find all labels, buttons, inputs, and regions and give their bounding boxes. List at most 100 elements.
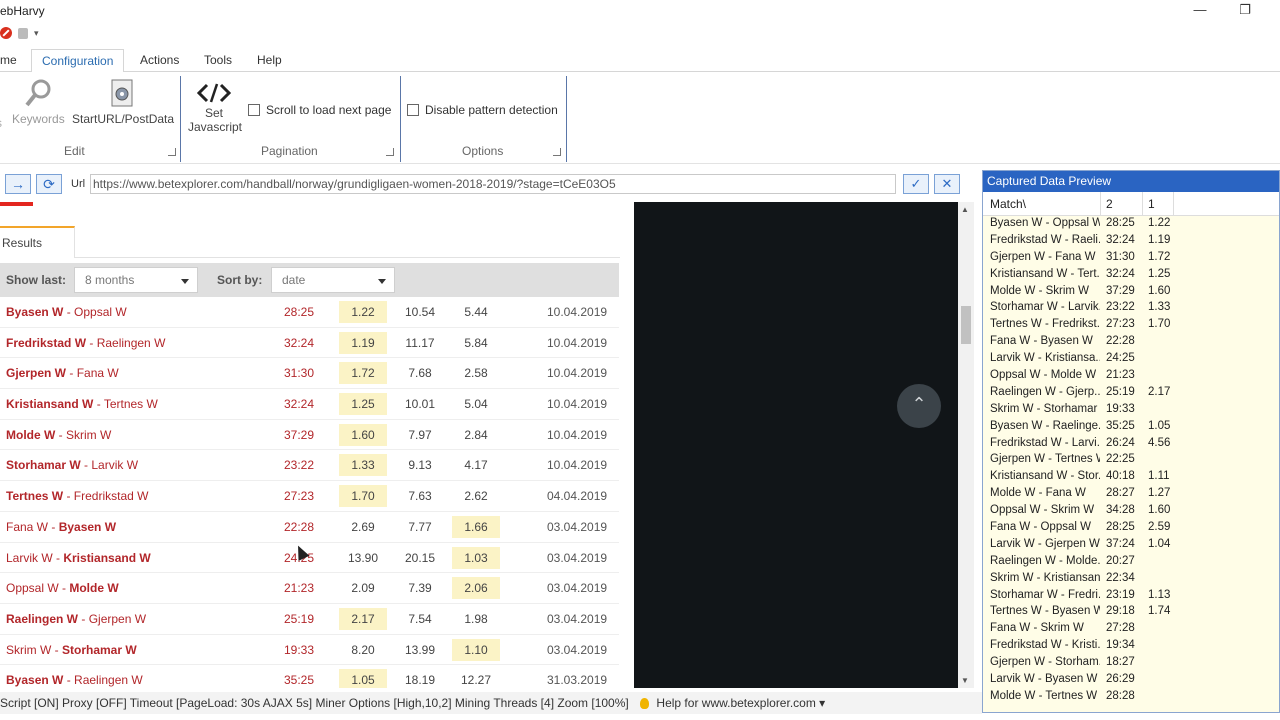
odds-draw[interactable]: 7.54 bbox=[396, 608, 444, 630]
odds-draw[interactable]: 20.15 bbox=[396, 547, 444, 569]
match-row[interactable]: Storhamar W - Larvik W 23:22 1.33 9.13 4.17 1… bbox=[0, 450, 619, 482]
odds-home[interactable]: 2.69 bbox=[339, 516, 387, 538]
disable-pattern-checkbox[interactable]: Disable pattern detection bbox=[407, 103, 558, 117]
preview-row[interactable]: Gjerpen W - Tertnes W 22:25 bbox=[983, 452, 1279, 469]
restore-button[interactable]: ❐ bbox=[1235, 2, 1255, 20]
match-teams[interactable]: Gjerpen W - Fana W bbox=[6, 366, 119, 380]
match-teams[interactable]: Skrim W - Storhamar W bbox=[6, 643, 137, 657]
odds-home[interactable]: 1.05 bbox=[339, 669, 387, 688]
odds-draw[interactable]: 18.19 bbox=[396, 669, 444, 688]
preview-row[interactable]: Skrim W - Kristiansan... 22:34 bbox=[983, 571, 1279, 588]
odds-draw[interactable]: 9.13 bbox=[396, 454, 444, 476]
match-teams[interactable]: Kristiansand W - Tertnes W bbox=[6, 397, 158, 411]
odds-home[interactable]: 1.19 bbox=[339, 331, 387, 354]
preview-row[interactable]: Gjerpen W - Fana W 31:30 1.72 bbox=[983, 250, 1279, 267]
match-teams[interactable]: Fredrikstad W - Raelingen W bbox=[6, 336, 165, 350]
scrollbar-thumb[interactable] bbox=[961, 306, 971, 344]
tab-configuration[interactable]: Configuration bbox=[31, 49, 125, 73]
preview-row[interactable]: Storhamar W - Larvik... 23:22 1.33 bbox=[983, 300, 1279, 317]
preview-row[interactable]: Molde W - Skrim W 37:29 1.60 bbox=[983, 284, 1279, 301]
odds-home[interactable]: 1.72 bbox=[339, 362, 387, 385]
match-score[interactable]: 28:25 bbox=[284, 305, 314, 319]
start-url-button[interactable]: StartURL/PostData bbox=[72, 78, 174, 126]
match-teams[interactable]: Fana W - Byasen W bbox=[6, 520, 116, 534]
preview-row[interactable]: Fana W - Byasen W 22:28 bbox=[983, 334, 1279, 351]
preview-row[interactable]: Molde W - Tertnes W 28:28 bbox=[983, 689, 1279, 706]
odds-home[interactable]: 13.90 bbox=[339, 547, 387, 569]
preview-row[interactable]: Tertnes W - Fredrikst... 27:23 1.70 bbox=[983, 317, 1279, 334]
match-row[interactable]: Skrim W - Storhamar W 19:33 8.20 13.99 1.10 0… bbox=[0, 635, 619, 666]
preview-row[interactable]: Storhamar W - Fredri... 23:19 1.13 bbox=[983, 588, 1279, 605]
odds-away[interactable]: 5.44 bbox=[452, 301, 500, 323]
preview-header-match[interactable]: Match\ bbox=[990, 197, 1026, 211]
results-tab[interactable]: Results bbox=[0, 226, 75, 258]
match-score[interactable]: 23:22 bbox=[284, 458, 314, 472]
match-teams[interactable]: Tertnes W - Fredrikstad W bbox=[6, 489, 148, 503]
odds-away[interactable]: 5.04 bbox=[452, 393, 500, 415]
odds-draw[interactable]: 10.54 bbox=[396, 301, 444, 323]
tab-tools[interactable]: Tools bbox=[194, 49, 242, 72]
preview-row[interactable]: Gjerpen W - Storham... 18:27 bbox=[983, 655, 1279, 672]
odds-home[interactable]: 8.20 bbox=[339, 639, 387, 661]
preview-row[interactable]: Raelingen W - Gjerp... 25:19 2.17 bbox=[983, 385, 1279, 402]
preview-row[interactable]: Tertnes W - Byasen W 29:18 1.74 bbox=[983, 604, 1279, 621]
odds-home[interactable]: 1.70 bbox=[339, 485, 387, 508]
odds-away[interactable]: 5.84 bbox=[452, 332, 500, 354]
close-url-button[interactable]: ✕ bbox=[934, 174, 960, 194]
match-row[interactable]: Gjerpen W - Fana W 31:30 1.72 7.68 2.58 10.04… bbox=[0, 358, 619, 390]
preview-row[interactable]: Larvik W - Byasen W 26:29 bbox=[983, 672, 1279, 689]
odds-home[interactable]: 1.22 bbox=[339, 301, 387, 323]
match-teams[interactable]: Raelingen W - Gjerpen W bbox=[6, 612, 146, 626]
preview-row[interactable]: Byasen W - Oppsal W 28:25 1.22 bbox=[983, 216, 1279, 233]
match-score[interactable]: 22:28 bbox=[284, 520, 314, 534]
odds-draw[interactable]: 11.17 bbox=[396, 332, 444, 354]
url-input[interactable]: https://www.betexplorer.com/handball/nor… bbox=[90, 174, 896, 194]
match-row[interactable]: Raelingen W - Gjerpen W 25:19 2.17 7.54 1.98… bbox=[0, 604, 619, 635]
odds-away[interactable]: 2.62 bbox=[452, 485, 500, 507]
odds-draw[interactable]: 7.77 bbox=[396, 516, 444, 538]
match-score[interactable]: 21:23 bbox=[284, 581, 314, 595]
match-score[interactable]: 27:23 bbox=[284, 489, 314, 503]
edit-group-launcher-icon[interactable] bbox=[168, 148, 176, 156]
match-teams[interactable]: Byasen W - Raelingen W bbox=[6, 673, 143, 687]
stop-icon[interactable] bbox=[0, 27, 12, 39]
preview-row[interactable]: Fana W - Skrim W 27:28 bbox=[983, 621, 1279, 638]
preview-row[interactable]: Kristiansand W - Stor... 40:18 1.11 bbox=[983, 469, 1279, 486]
match-row[interactable]: Fana W - Byasen W 22:28 2.69 7.77 1.66 03.04.… bbox=[0, 512, 619, 543]
odds-home[interactable]: 2.17 bbox=[339, 607, 387, 630]
match-score[interactable]: 32:24 bbox=[284, 397, 314, 411]
match-score[interactable]: 31:30 bbox=[284, 366, 314, 380]
odds-draw[interactable]: 13.99 bbox=[396, 639, 444, 661]
preview-row[interactable]: Raelingen W - Molde... 20:27 bbox=[983, 554, 1279, 571]
odds-away[interactable]: 1.10 bbox=[452, 638, 500, 661]
tab-actions[interactable]: Actions bbox=[130, 49, 189, 72]
browser-scrollbar[interactable]: ▲ ▼ bbox=[958, 202, 974, 688]
match-score[interactable]: 25:19 bbox=[284, 612, 314, 626]
preview-row[interactable]: Fana W - Oppsal W 28:25 2.59 bbox=[983, 520, 1279, 537]
preview-row[interactable]: Molde W - Fana W 28:27 1.27 bbox=[983, 486, 1279, 503]
scroll-down-icon[interactable]: ▼ bbox=[961, 676, 969, 685]
help-link[interactable]: Help for www.betexplorer.com ▾ bbox=[656, 696, 825, 710]
customize-toolbar-icon[interactable]: ▾ bbox=[34, 28, 39, 39]
match-row[interactable]: Oppsal W - Molde W 21:23 2.09 7.39 2.06 03.04… bbox=[0, 573, 619, 604]
match-teams[interactable]: Molde W - Skrim W bbox=[6, 428, 111, 442]
odds-draw[interactable]: 7.63 bbox=[396, 485, 444, 507]
preview-row[interactable]: Oppsal W - Skrim W 34:28 1.60 bbox=[983, 503, 1279, 520]
scroll-to-load-checkbox[interactable]: Scroll to load next page bbox=[248, 103, 391, 117]
match-row[interactable]: Fredrikstad W - Raelingen W 32:24 1.19 11.1… bbox=[0, 328, 619, 359]
minimize-button[interactable]: — bbox=[1190, 2, 1210, 20]
lock-icon[interactable] bbox=[18, 27, 28, 39]
odds-away[interactable]: 2.58 bbox=[452, 362, 500, 384]
preview-row[interactable]: Larvik W - Kristiansa... 24:25 bbox=[983, 351, 1279, 368]
forward-button[interactable]: → bbox=[5, 174, 31, 194]
match-teams[interactable]: Larvik W - Kristiansand W bbox=[6, 551, 151, 565]
odds-home[interactable]: 2.09 bbox=[339, 577, 387, 599]
odds-away[interactable]: 2.06 bbox=[452, 577, 500, 600]
load-url-button[interactable]: ✓ bbox=[903, 174, 929, 194]
match-row[interactable]: Tertnes W - Fredrikstad W 27:23 1.70 7.63 2.… bbox=[0, 481, 619, 512]
match-row[interactable]: Byasen W - Oppsal W 28:25 1.22 10.54 5.44 10.… bbox=[0, 297, 619, 328]
preview-row[interactable]: Skrim W - Storhamar ... 19:33 bbox=[983, 402, 1279, 419]
odds-home[interactable]: 1.60 bbox=[339, 423, 387, 446]
match-score[interactable]: 32:24 bbox=[284, 336, 314, 350]
tab-home[interactable]: me bbox=[0, 49, 27, 72]
